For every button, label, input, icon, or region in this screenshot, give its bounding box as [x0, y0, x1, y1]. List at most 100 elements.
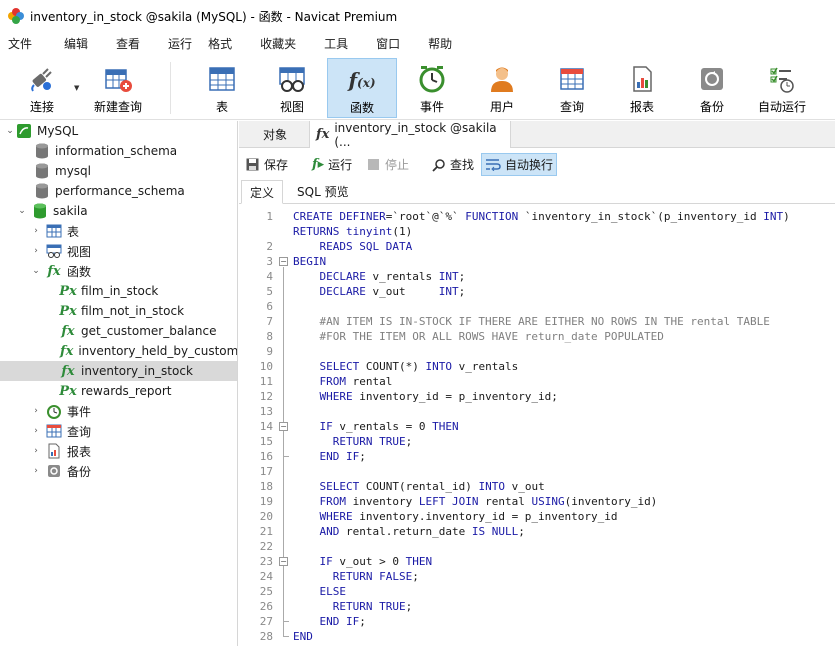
- chevron-down-icon[interactable]: ⌄: [4, 126, 16, 136]
- chevron-right-icon[interactable]: ›: [30, 446, 42, 456]
- stop-button[interactable]: 停止: [365, 153, 412, 176]
- menu-view[interactable]: 查看: [108, 32, 148, 56]
- tab-objects[interactable]: 对象: [263, 121, 287, 148]
- code-line[interactable]: 16 END IF;: [239, 449, 835, 464]
- code-line[interactable]: 24 RETURN FALSE;: [239, 569, 835, 584]
- table-button[interactable]: 表: [200, 58, 244, 118]
- fold-toggle-icon[interactable]: −: [279, 422, 288, 431]
- code-line[interactable]: RETURNS tinyint(1): [239, 224, 835, 239]
- group-label: 事件: [67, 404, 92, 419]
- backup-button[interactable]: 备份: [690, 58, 734, 118]
- code-line[interactable]: 9: [239, 344, 835, 359]
- function-button[interactable]: f(x) 函数: [327, 58, 397, 118]
- code-line[interactable]: 21 AND rental.return_date IS NULL;: [239, 524, 835, 539]
- connect-button[interactable]: 连接: [22, 58, 62, 118]
- tree-group-backups[interactable]: › 备份: [0, 461, 237, 481]
- tab-definition[interactable]: 定义: [241, 180, 284, 204]
- code-line[interactable]: 26 RETURN TRUE;: [239, 599, 835, 614]
- menu-run[interactable]: 运行: [160, 32, 200, 56]
- line-number: 19: [259, 495, 273, 508]
- menu-window[interactable]: 窗口: [368, 32, 408, 56]
- tree-group-views[interactable]: › 视图: [0, 241, 237, 261]
- chevron-right-icon[interactable]: ›: [30, 226, 42, 236]
- code-line[interactable]: 3 BEGIN: [239, 254, 835, 269]
- code-line[interactable]: 6: [239, 299, 835, 314]
- run-button[interactable]: f▸ 运行: [309, 153, 355, 176]
- code-line[interactable]: 27 END IF;: [239, 614, 835, 629]
- code-line[interactable]: 11 FROM rental: [239, 374, 835, 389]
- tab-function-editor[interactable]: fx inventory_in_stock @sakila (...: [309, 121, 511, 149]
- code-line[interactable]: 13: [239, 404, 835, 419]
- save-button[interactable]: 保存: [243, 153, 291, 176]
- tree-group-queries[interactable]: › 查询: [0, 421, 237, 441]
- find-button[interactable]: 查找: [429, 153, 477, 176]
- connect-dropdown-icon[interactable]: ▼: [74, 84, 79, 92]
- tree-group-events[interactable]: › 事件: [0, 401, 237, 421]
- code-text: CREATE DEFINER=`root`@`%` FUNCTION `inve…: [293, 210, 790, 223]
- code-line[interactable]: 4 DECLARE v_rentals INT;: [239, 269, 835, 284]
- sql-code-editor[interactable]: 1 CREATE DEFINER=`root`@`%` FUNCTION `inv…: [239, 205, 835, 646]
- tree-group-functions[interactable]: ⌄ fx 函数: [0, 261, 237, 281]
- tree-db-information-schema[interactable]: information_schema: [0, 141, 237, 161]
- code-line[interactable]: 15 RETURN TRUE;: [239, 434, 835, 449]
- code-line[interactable]: 8 #FOR THE ITEM OR ALL ROWS HAVE return_…: [239, 329, 835, 344]
- menu-format[interactable]: 格式: [200, 32, 240, 56]
- menu-help[interactable]: 帮助: [420, 32, 460, 56]
- code-line[interactable]: 17: [239, 464, 835, 479]
- function-icon: fx: [60, 343, 74, 359]
- function-name: inventory_in_stock: [81, 364, 193, 378]
- code-line[interactable]: 23 IF v_out > 0 THEN: [239, 554, 835, 569]
- code-line[interactable]: 19 FROM inventory LEFT JOIN rental USING…: [239, 494, 835, 509]
- chevron-down-icon[interactable]: ⌄: [30, 266, 42, 276]
- tree-function-item[interactable]: Px film_in_stock: [0, 281, 237, 301]
- group-label: 函数: [67, 264, 92, 279]
- menu-tools[interactable]: 工具: [316, 32, 356, 56]
- menu-file[interactable]: 文件: [0, 32, 40, 56]
- database-icon: [34, 183, 50, 199]
- tree-function-item-selected[interactable]: fx inventory_in_stock: [0, 361, 237, 381]
- user-button[interactable]: 用户: [480, 58, 524, 118]
- tree-db-performance-schema[interactable]: performance_schema: [0, 181, 237, 201]
- function-name: inventory_held_by_customer: [78, 344, 238, 358]
- tree-db-sakila[interactable]: ⌄ sakila: [0, 201, 237, 221]
- tree-connection-mysql[interactable]: ⌄ MySQL: [0, 121, 237, 141]
- code-line[interactable]: 28 END: [239, 629, 835, 644]
- chevron-right-icon[interactable]: ›: [30, 406, 42, 416]
- tree-function-item[interactable]: Px film_not_in_stock: [0, 301, 237, 321]
- query-button[interactable]: 查询: [550, 58, 594, 118]
- menu-favorites[interactable]: 收藏夹: [252, 32, 304, 56]
- code-line[interactable]: 25 ELSE: [239, 584, 835, 599]
- report-button[interactable]: 报表: [620, 58, 664, 118]
- tree-function-item[interactable]: fx get_customer_balance: [0, 321, 237, 341]
- code-line[interactable]: 2 READS SQL DATA: [239, 239, 835, 254]
- tree-function-item[interactable]: Px rewards_report: [0, 381, 237, 401]
- code-line[interactable]: 7 #AN ITEM IS IN-STOCK IF THERE ARE EITH…: [239, 314, 835, 329]
- tree-group-reports[interactable]: › 报表: [0, 441, 237, 461]
- code-line[interactable]: 20 WHERE inventory.inventory_id = p_inve…: [239, 509, 835, 524]
- chevron-down-icon[interactable]: ⌄: [16, 206, 28, 216]
- code-line[interactable]: 12 WHERE inventory_id = p_inventory_id;: [239, 389, 835, 404]
- code-line[interactable]: 14 IF v_rentals = 0 THEN: [239, 419, 835, 434]
- menu-edit[interactable]: 编辑: [56, 32, 96, 56]
- tree-function-item[interactable]: fx inventory_held_by_customer: [0, 341, 238, 361]
- fold-toggle-icon[interactable]: −: [279, 257, 288, 266]
- new-query-button[interactable]: 新建查询: [90, 58, 146, 118]
- code-line[interactable]: 10 SELECT COUNT(*) INTO v_rentals: [239, 359, 835, 374]
- code-line[interactable]: 22: [239, 539, 835, 554]
- view-button[interactable]: 视图: [270, 58, 314, 118]
- code-line[interactable]: 18 SELECT COUNT(rental_id) INTO v_out: [239, 479, 835, 494]
- tab-sql-preview[interactable]: SQL 预览: [289, 180, 357, 204]
- line-number: 11: [259, 375, 273, 388]
- fold-guide-line: [283, 567, 284, 621]
- chevron-right-icon[interactable]: ›: [30, 246, 42, 256]
- tree-db-mysql[interactable]: mysql: [0, 161, 237, 181]
- code-line[interactable]: 1 CREATE DEFINER=`root`@`%` FUNCTION `inv…: [239, 209, 835, 224]
- chevron-right-icon[interactable]: ›: [30, 466, 42, 476]
- event-button[interactable]: 事件: [410, 58, 454, 118]
- automation-button[interactable]: 自动运行: [752, 58, 812, 118]
- code-line[interactable]: 5 DECLARE v_out INT;: [239, 284, 835, 299]
- fold-toggle-icon[interactable]: −: [279, 557, 288, 566]
- word-wrap-toggle[interactable]: 自动换行: [481, 153, 558, 176]
- chevron-right-icon[interactable]: ›: [30, 426, 42, 436]
- tree-group-tables[interactable]: › 表: [0, 221, 237, 241]
